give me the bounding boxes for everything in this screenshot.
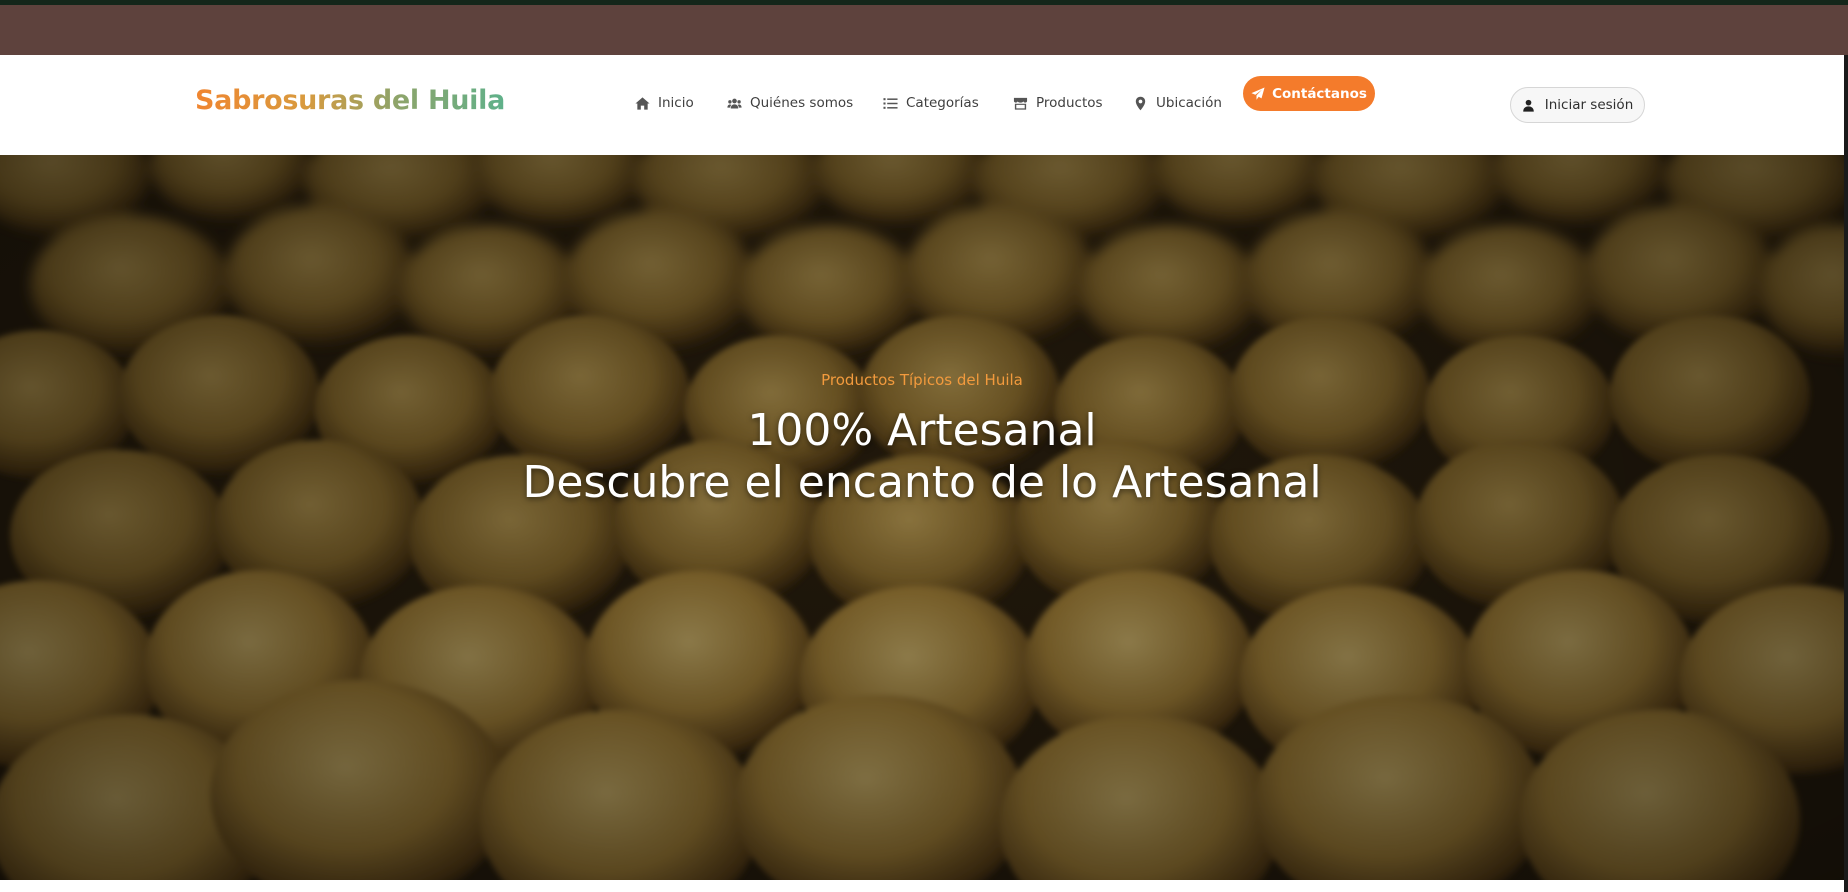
nav-item-label: Inicio (658, 95, 694, 111)
hero-title-line-2: Descubre el encanto de lo Artesanal (522, 457, 1322, 508)
site-logo[interactable]: Sabrosuras del Huila (195, 85, 505, 116)
nav-item-label: Productos (1036, 95, 1103, 111)
nav-item-categorias[interactable]: Categorías (883, 90, 979, 116)
store-icon (1013, 97, 1028, 110)
contact-button[interactable]: Contáctanos (1243, 76, 1375, 111)
nav-item-inicio[interactable]: Inicio (635, 90, 694, 116)
hero-section: Productos Típicos del Huila 100% Artesan… (0, 155, 1844, 880)
top-bar (0, 5, 1848, 55)
list-icon (883, 97, 898, 109)
user-icon (1522, 99, 1534, 112)
paper-plane-icon (1251, 86, 1265, 100)
page: Sabrosuras del Huila Inicio Quiénes somo… (0, 0, 1848, 892)
page-bottom-area (0, 880, 1844, 892)
site-header: Sabrosuras del Huila Inicio Quiénes somo… (0, 55, 1844, 155)
scrollbar[interactable] (1844, 55, 1848, 892)
nav-item-ubicacion[interactable]: Ubicación (1133, 90, 1222, 116)
nav-item-label: Quiénes somos (750, 95, 854, 111)
map-pin-icon (1135, 96, 1146, 110)
hero-title: 100% Artesanal Descubre el encanto de lo… (0, 405, 1844, 509)
hero-title-line-1: 100% Artesanal (747, 405, 1097, 456)
login-button[interactable]: Iniciar sesión (1510, 87, 1645, 123)
nav-item-label: Categorías (906, 95, 979, 111)
nav-item-productos[interactable]: Productos (1013, 90, 1103, 116)
hero-kicker: Productos Típicos del Huila (821, 371, 1023, 389)
home-icon (635, 96, 650, 110)
nav-item-quienes-somos[interactable]: Quiénes somos (727, 90, 853, 116)
nav-item-label: Ubicación (1156, 95, 1222, 111)
users-icon (727, 98, 742, 108)
hero-content: Productos Típicos del Huila 100% Artesan… (0, 155, 1844, 880)
login-button-label: Iniciar sesión (1544, 97, 1634, 113)
contact-button-label: Contáctanos (1272, 85, 1367, 102)
